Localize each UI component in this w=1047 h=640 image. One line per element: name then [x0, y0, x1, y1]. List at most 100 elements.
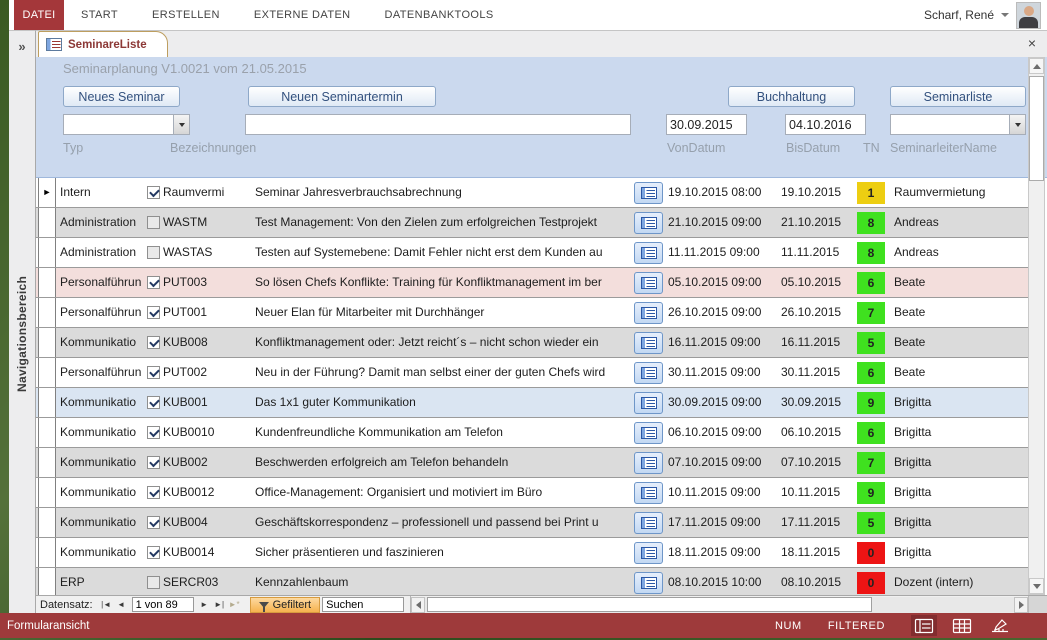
code-cell[interactable]: SERCR03: [163, 568, 248, 595]
nav-pane-expand-icon[interactable]: »: [18, 39, 25, 54]
record-search-input[interactable]: [322, 597, 404, 612]
record-selector-cell[interactable]: ►: [38, 298, 56, 327]
seminarleiter-filter-combo[interactable]: [890, 114, 1026, 135]
open-detail-button[interactable]: [634, 392, 663, 414]
bezeichnung-cell[interactable]: Seminar Jahresverbrauchsabrechnung: [255, 178, 632, 207]
seminarleiter-cell[interactable]: Brigitta: [894, 418, 1024, 447]
typ-dropdown-icon[interactable]: [173, 115, 189, 134]
seminarleiter-cell[interactable]: Brigitta: [894, 538, 1024, 567]
typ-cell[interactable]: Kommunikatio: [60, 508, 145, 537]
typ-cell[interactable]: Administration: [60, 208, 145, 237]
bisdatum-cell[interactable]: 10.11.2015: [781, 478, 856, 507]
seminarleiter-cell[interactable]: Beate: [894, 268, 1024, 297]
seminarleiter-cell[interactable]: Beate: [894, 298, 1024, 327]
bezeichnung-cell[interactable]: Test Management: Von den Zielen zum erfo…: [255, 208, 632, 237]
bisdatum-cell[interactable]: 07.10.2015: [781, 448, 856, 477]
vondatum-input[interactable]: [666, 114, 747, 135]
typ-cell[interactable]: Kommunikatio: [60, 538, 145, 567]
user-avatar[interactable]: [1016, 2, 1041, 29]
code-cell[interactable]: KUB0012: [163, 478, 248, 507]
typ-cell[interactable]: Intern: [60, 178, 145, 207]
bisdatum-cell[interactable]: 21.10.2015: [781, 208, 856, 237]
vondatum-cell[interactable]: 05.10.2015 09:00: [668, 268, 776, 297]
new-record-button[interactable]: ►*: [227, 597, 242, 612]
vondatum-cell[interactable]: 06.10.2015 09:00: [668, 418, 776, 447]
table-row[interactable]: ► Kommunikatio KUB0012 Office-Management…: [36, 478, 1028, 508]
record-selector-cell[interactable]: ►: [38, 328, 56, 357]
bisdatum-input[interactable]: [785, 114, 866, 135]
first-record-button[interactable]: |◄: [99, 597, 114, 612]
hscroll-thumb[interactable]: [427, 597, 872, 612]
record-selector-cell[interactable]: ►: [38, 448, 56, 477]
vondatum-cell[interactable]: 30.09.2015 09:00: [668, 388, 776, 417]
bezeichnung-cell[interactable]: Das 1x1 guter Kommunikation: [255, 388, 632, 417]
open-detail-button[interactable]: [634, 302, 663, 324]
bisdatum-cell[interactable]: 06.10.2015: [781, 418, 856, 447]
horizontal-scrollbar[interactable]: [410, 596, 1028, 613]
account-menu[interactable]: Scharf, René: [924, 0, 1047, 30]
open-detail-button[interactable]: [634, 542, 663, 564]
last-record-button[interactable]: ►|: [212, 597, 227, 612]
seminarleiter-cell[interactable]: Dozent (intern): [894, 568, 1024, 595]
table-row[interactable]: ► Kommunikatio KUB0010 Kundenfreundliche…: [36, 418, 1028, 448]
open-detail-button[interactable]: [634, 212, 663, 234]
vondatum-cell[interactable]: 10.11.2015 09:00: [668, 478, 776, 507]
typ-filter-combo[interactable]: [63, 114, 190, 135]
typ-cell[interactable]: Personalführun: [60, 298, 145, 327]
bisdatum-cell[interactable]: 30.11.2015: [781, 358, 856, 387]
row-checkbox[interactable]: [147, 516, 160, 529]
neuer-seminartermin-button[interactable]: Neuen Seminartermin: [248, 86, 436, 107]
code-cell[interactable]: WASTM: [163, 208, 248, 237]
table-row[interactable]: ► Kommunikatio KUB001 Das 1x1 guter Komm…: [36, 388, 1028, 418]
bezeichnung-cell[interactable]: Geschäftskorrespondenz – professionell u…: [255, 508, 632, 537]
bezeichnung-cell[interactable]: Testen auf Systemebene: Damit Fehler nic…: [255, 238, 632, 267]
next-record-button[interactable]: ►: [197, 597, 212, 612]
vondatum-cell[interactable]: 21.10.2015 09:00: [668, 208, 776, 237]
bezeichnungen-filter-input[interactable]: [245, 114, 631, 135]
code-cell[interactable]: KUB008: [163, 328, 248, 357]
seminarleiter-cell[interactable]: Andreas: [894, 208, 1024, 237]
bezeichnung-cell[interactable]: So lösen Chefs Konflikte: Training für K…: [255, 268, 632, 297]
code-cell[interactable]: KUB002: [163, 448, 248, 477]
bisdatum-cell[interactable]: 05.10.2015: [781, 268, 856, 297]
vertical-scrollbar[interactable]: [1028, 57, 1045, 595]
record-selector-cell[interactable]: ►: [38, 418, 56, 447]
record-selector-cell[interactable]: ►: [38, 178, 56, 207]
bisdatum-cell[interactable]: 08.10.2015: [781, 568, 856, 595]
open-detail-button[interactable]: [634, 572, 663, 594]
record-selector-cell[interactable]: ►: [38, 568, 56, 595]
code-cell[interactable]: KUB001: [163, 388, 248, 417]
record-selector-cell[interactable]: ►: [38, 268, 56, 297]
gefiltert-toggle[interactable]: Gefiltert: [250, 597, 321, 613]
seminarleiter-dropdown-icon[interactable]: [1009, 115, 1025, 134]
table-row[interactable]: ► Intern Raumvermi Seminar Jahresverbrau…: [36, 178, 1028, 208]
record-selector-cell[interactable]: ►: [38, 508, 56, 537]
table-row[interactable]: ► Personalführun PUT002 Neu in der Führu…: [36, 358, 1028, 388]
ribbon-tab-datenbanktools[interactable]: DATENBANKTOOLS: [368, 9, 511, 21]
row-checkbox[interactable]: [147, 336, 160, 349]
seminarleiter-cell[interactable]: Brigitta: [894, 388, 1024, 417]
typ-cell[interactable]: ERP: [60, 568, 145, 595]
row-checkbox[interactable]: [147, 246, 160, 259]
filtered-indicator[interactable]: FILTERED: [828, 620, 885, 632]
code-cell[interactable]: PUT001: [163, 298, 248, 327]
scroll-down-icon[interactable]: [1029, 578, 1044, 594]
vondatum-cell[interactable]: 26.10.2015 09:00: [668, 298, 776, 327]
row-checkbox[interactable]: [147, 366, 160, 379]
table-row[interactable]: ► Personalführun PUT001 Neuer Elan für M…: [36, 298, 1028, 328]
scroll-left-icon[interactable]: [411, 597, 425, 613]
bisdatum-cell[interactable]: 18.11.2015: [781, 538, 856, 567]
vondatum-cell[interactable]: 08.10.2015 10:00: [668, 568, 776, 595]
close-icon[interactable]: ×: [1028, 36, 1036, 50]
row-checkbox[interactable]: [147, 456, 160, 469]
bezeichnung-cell[interactable]: Konfliktmanagement oder: Jetzt reicht´s …: [255, 328, 632, 357]
row-checkbox[interactable]: [147, 306, 160, 319]
scroll-right-icon[interactable]: [1014, 597, 1028, 613]
typ-cell[interactable]: Kommunikatio: [60, 388, 145, 417]
bezeichnung-cell[interactable]: Neu in der Führung? Damit man selbst ein…: [255, 358, 632, 387]
row-checkbox[interactable]: [147, 186, 160, 199]
open-detail-button[interactable]: [634, 182, 663, 204]
open-detail-button[interactable]: [634, 422, 663, 444]
bezeichnung-cell[interactable]: Kennzahlenbaum: [255, 568, 632, 595]
code-cell[interactable]: PUT003: [163, 268, 248, 297]
